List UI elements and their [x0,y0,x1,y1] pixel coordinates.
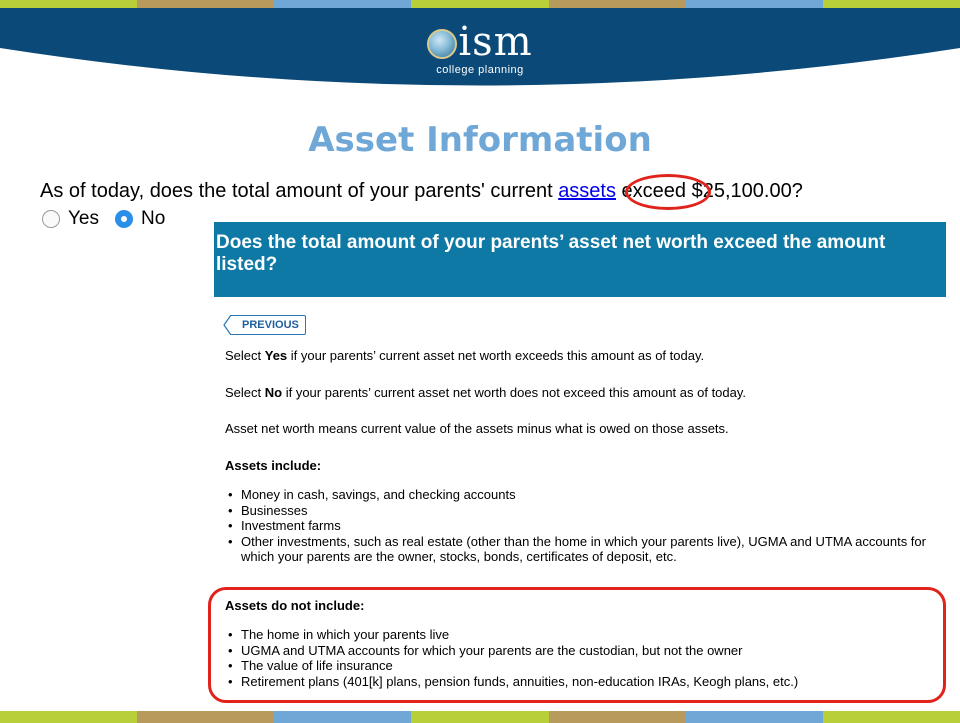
select-yes-prefix: Select [225,348,265,363]
select-no-rest: if your parents’ current asset net worth… [282,385,747,400]
yes-radio[interactable] [42,210,60,228]
logo-subtitle: college planning [436,64,524,76]
list-item: Investment farms [228,518,928,534]
globe-icon [427,29,458,59]
question-text-start: As of today, does the total amount of yo… [40,180,559,202]
yes-radio-label[interactable]: Yes [68,208,99,230]
assets-include-list: Money in cash, savings, and checking acc… [228,487,928,565]
assets-link-highlight [625,174,711,210]
top-color-stripe [0,0,960,8]
no-radio-label[interactable]: No [141,208,165,230]
answer-radio-group: Yes No [42,208,181,230]
previous-button[interactable]: PREVIOUS [230,315,306,335]
exclusions-highlight [208,587,946,703]
assets-include-heading: Assets include: [225,458,322,473]
bottom-color-stripe [0,711,960,723]
select-yes-text: Select Yes if your parents’ current asse… [225,348,704,363]
ism-logo: ism college planning [0,22,960,76]
net-worth-definition: Asset net worth means current value of t… [225,421,729,436]
select-no-text: Select No if your parents’ current asset… [225,385,746,400]
list-item: Money in cash, savings, and checking acc… [228,487,928,503]
select-no-prefix: Select [225,385,265,400]
list-item: Other investments, such as real estate (… [228,534,928,565]
logo-word: ism [458,19,533,65]
assets-link[interactable]: assets [558,180,616,202]
select-yes-rest: if your parents’ current asset net worth… [287,348,705,363]
slide-title: Asset Information [308,120,652,160]
list-item: Businesses [228,503,928,519]
select-no-bold: No [264,385,283,400]
no-radio[interactable] [115,210,133,228]
select-yes-bold: Yes [264,348,288,363]
help-panel-heading: Does the total amount of your parents’ a… [214,222,946,297]
